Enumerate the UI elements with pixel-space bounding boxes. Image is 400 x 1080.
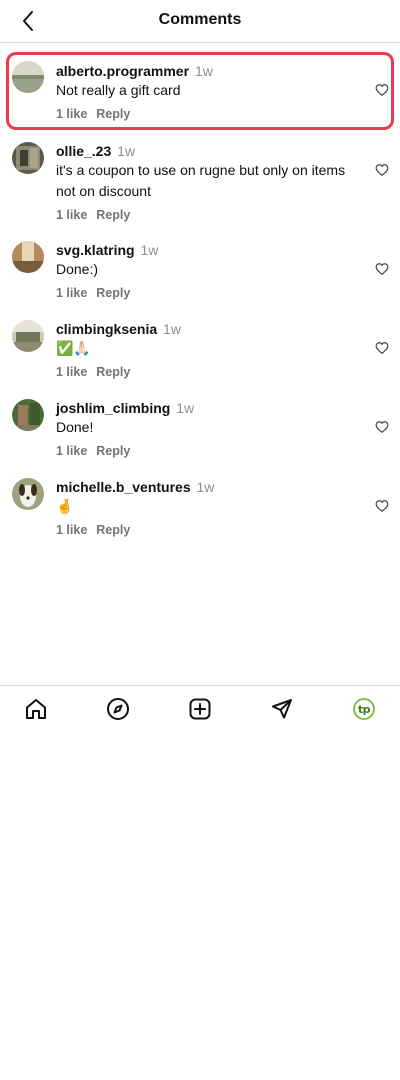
- likes-count[interactable]: 1 like: [56, 208, 87, 222]
- avatar-image: [12, 241, 44, 273]
- comment-header: joshlim_climbing 1w: [56, 400, 194, 416]
- avatar[interactable]: [12, 399, 44, 431]
- heart-icon[interactable]: [375, 341, 389, 355]
- reply-button[interactable]: Reply: [96, 208, 130, 222]
- likes-count[interactable]: 1 like: [56, 107, 87, 121]
- comment-time: 1w: [117, 143, 136, 159]
- comment-text: it's a coupon to use on rugne but only o…: [56, 162, 346, 199]
- comment-text: ✅🙏🏻: [56, 340, 91, 356]
- nav-explore[interactable]: [105, 696, 131, 722]
- avatar-image: [12, 399, 44, 431]
- comment-time: 1w: [196, 479, 215, 495]
- avatar[interactable]: [12, 478, 44, 510]
- bottom-nav-bar: tp: [0, 685, 400, 731]
- comment-header: svg.klatring 1w: [56, 242, 158, 258]
- comment-actions: 1 like Reply: [56, 365, 130, 379]
- avatar[interactable]: [12, 61, 44, 93]
- reply-button[interactable]: Reply: [96, 107, 130, 121]
- comments-list: alberto.programmer 1w Not really a gift …: [0, 50, 400, 556]
- heart-icon[interactable]: [375, 499, 389, 513]
- likes-count[interactable]: 1 like: [56, 365, 87, 379]
- comment-item: climbingksenia 1w ✅🙏🏻 1 like Reply: [0, 319, 400, 398]
- heart-icon[interactable]: [375, 163, 389, 177]
- header-bar: Comments: [0, 0, 400, 43]
- plus-square-icon: [189, 698, 211, 720]
- reply-button[interactable]: Reply: [96, 365, 130, 379]
- comment-time: 1w: [194, 63, 213, 79]
- profile-avatar-icon: tp: [353, 698, 375, 720]
- comment-item: joshlim_climbing 1w Done! 1 like Reply: [0, 398, 400, 477]
- send-icon: [272, 699, 292, 719]
- comment-username[interactable]: svg.klatring: [56, 242, 135, 258]
- likes-count[interactable]: 1 like: [56, 523, 87, 537]
- comment-text: Done:): [56, 261, 99, 277]
- avatar-image: [12, 142, 44, 174]
- nav-home[interactable]: [23, 696, 49, 722]
- comment-username[interactable]: michelle.b_ventures: [56, 479, 191, 495]
- comment-actions: 1 like Reply: [56, 444, 130, 458]
- comment-header: ollie_.23 1w: [56, 143, 135, 159]
- comment-item: michelle.b_ventures 1w 🤞 1 like Reply: [0, 477, 400, 556]
- heart-icon[interactable]: [375, 262, 389, 276]
- comment-text: Done!: [56, 419, 94, 435]
- comment-item: alberto.programmer 1w Not really a gift …: [0, 50, 400, 140]
- nav-messages[interactable]: [269, 696, 295, 722]
- likes-count[interactable]: 1 like: [56, 444, 87, 458]
- home-icon: [26, 699, 46, 719]
- nav-profile[interactable]: tp: [351, 696, 377, 722]
- comment-time: 1w: [140, 242, 159, 258]
- comment-actions: 1 like Reply: [56, 208, 130, 222]
- comment-text: 🤞: [56, 498, 74, 514]
- comment-header: climbingksenia 1w: [56, 321, 181, 337]
- avatar-image: [12, 320, 44, 352]
- comment-username[interactable]: alberto.programmer: [56, 63, 189, 79]
- comment-actions: 1 like Reply: [56, 107, 130, 121]
- compass-icon: [107, 698, 129, 720]
- reply-button[interactable]: Reply: [96, 286, 130, 300]
- comment-username[interactable]: climbingksenia: [56, 321, 157, 337]
- avatar-image: [12, 61, 44, 93]
- comment-header: alberto.programmer 1w: [56, 63, 213, 79]
- likes-count[interactable]: 1 like: [56, 286, 87, 300]
- comment-header: michelle.b_ventures 1w: [56, 479, 214, 495]
- reply-button[interactable]: Reply: [96, 444, 130, 458]
- comment-item: ollie_.23 1w it's a coupon to use on rug…: [0, 140, 400, 240]
- comment-item: svg.klatring 1w Done:) 1 like Reply: [0, 240, 400, 319]
- avatar-image: [12, 478, 44, 510]
- comment-actions: 1 like Reply: [56, 523, 130, 537]
- comment-username[interactable]: joshlim_climbing: [56, 400, 170, 416]
- avatar[interactable]: [12, 142, 44, 174]
- page-title: Comments: [158, 11, 242, 28]
- heart-icon[interactable]: [375, 420, 389, 434]
- comment-text: Not really a gift card: [56, 82, 181, 98]
- comment-time: 1w: [163, 321, 181, 337]
- comment-time: 1w: [176, 400, 195, 416]
- reply-button[interactable]: Reply: [96, 523, 130, 537]
- comment-actions: 1 like Reply: [56, 286, 130, 300]
- heart-icon[interactable]: [375, 83, 389, 97]
- nav-create[interactable]: [187, 696, 213, 722]
- comment-username[interactable]: ollie_.23: [56, 143, 111, 159]
- avatar[interactable]: [12, 320, 44, 352]
- avatar[interactable]: [12, 241, 44, 273]
